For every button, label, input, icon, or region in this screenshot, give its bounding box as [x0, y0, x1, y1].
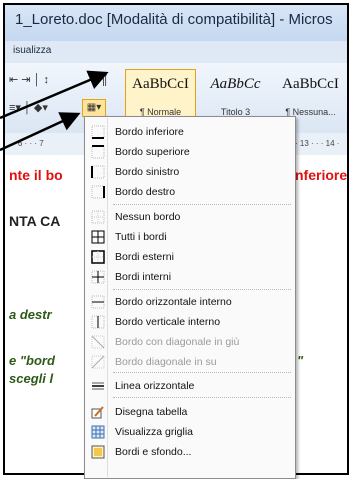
menu-item-label: Visualizza griglia — [115, 426, 194, 438]
inside-horizontal-border-icon — [91, 295, 105, 309]
title-bar: 1_Loreto.doc [Modalità di compatibilità]… — [5, 5, 347, 41]
show-formatting-icon[interactable]: ¶ — [100, 71, 108, 87]
ribbon-tab-bar: isualizza — [5, 41, 347, 64]
menu-item-label: Bordi esterni — [115, 251, 174, 263]
menu-item-disegna-tabella[interactable]: Disegna tabella — [86, 402, 294, 422]
style-sample: AaBbCc — [210, 76, 261, 92]
style-titolo-3[interactable]: AaBbCc Titolo 3 — [200, 69, 271, 123]
menu-item-nessun-bordo[interactable]: Nessun bordo — [86, 207, 294, 227]
no-border-icon — [91, 210, 105, 224]
border-top-icon — [91, 145, 105, 159]
menu-item-label: Bordi e sfondo... — [115, 446, 192, 458]
menu-item-bordi-esterni[interactable]: Bordi esterni — [86, 247, 294, 267]
menu-item-bordi-e-sfondo[interactable]: Bordi e sfondo... — [86, 442, 294, 462]
doc-line-5: scegli l — [9, 371, 54, 386]
menu-item-tutti-i-bordi[interactable]: Tutti i bordi — [86, 227, 294, 247]
menu-item-label: Disegna tabella — [115, 406, 188, 418]
menu-item-label: Bordo destro — [115, 186, 176, 198]
style-nessuna[interactable]: AaBbCcI ¶ Nessuna... — [275, 69, 346, 123]
menu-item-visualizza-griglia[interactable]: Visualizza griglia — [86, 422, 294, 442]
style-normal[interactable]: AaBbCcI ¶ Normale — [125, 69, 196, 123]
menu-item-label: Bordo verticale interno — [115, 316, 221, 328]
menu-separator — [113, 204, 291, 205]
menu-item-label: Bordo orizzontale interno — [115, 296, 232, 308]
menu-item-label: Bordo con diagonale in giù — [115, 336, 240, 348]
menu-separator — [113, 289, 291, 290]
doc-line-4: e "bord — [9, 353, 55, 368]
ruler-right: · 13 · · · 14 · — [295, 139, 340, 148]
outside-borders-icon — [91, 250, 105, 264]
menu-item-label: Bordo sinistro — [115, 166, 180, 178]
draw-table-icon — [91, 405, 105, 419]
inside-borders-icon — [91, 270, 105, 284]
style-sample: AaBbCcI — [132, 76, 189, 92]
diagonal-down-border-icon — [91, 335, 105, 349]
menu-item-bordi-interni[interactable]: Bordi interni — [86, 267, 294, 287]
menu-item-label: Bordo diagonale in su — [115, 356, 217, 368]
borders-button[interactable]: ▦▾ — [82, 99, 106, 117]
menu-item-label: Bordo superiore — [115, 146, 190, 158]
menu-item-linea-orizzontale[interactable]: Linea orizzontale — [86, 376, 294, 396]
ruler-left: · 6 · · · 7 — [13, 139, 44, 148]
menu-item-label: Linea orizzontale — [115, 380, 195, 392]
diagonal-up-border-icon — [91, 355, 105, 369]
borders-dropdown-menu: Bordo inferiore Bordo superiore Bordo sini… — [84, 116, 296, 479]
doc-line-1-right: nferiore: — [295, 167, 349, 183]
doc-line-4-right: " — [297, 353, 304, 368]
menu-item-label: Nessun bordo — [115, 211, 181, 223]
tab-visualizza[interactable]: isualizza — [13, 45, 51, 56]
view-gridlines-icon — [91, 425, 105, 439]
border-left-icon — [91, 165, 105, 179]
shading-icon[interactable]: ≡▾ │ ◆▾ — [9, 101, 48, 114]
inside-vertical-border-icon — [91, 315, 105, 329]
menu-item-bordo-con-diagonale-in-gi: Bordo con diagonale in giù — [86, 332, 294, 352]
window-title: 1_Loreto.doc [Modalità di compatibilità]… — [15, 11, 333, 28]
indent-icons[interactable]: ⇤ ⇥ │ ↕ — [9, 73, 49, 86]
menu-item-bordo-verticale-interno[interactable]: Bordo verticale interno — [86, 312, 294, 332]
doc-line-1: nte il bo — [9, 167, 63, 183]
menu-item-bordo-superiore[interactable]: Bordo superiore — [86, 142, 294, 162]
borders-shading-icon — [91, 445, 105, 459]
doc-line-3: a destr — [9, 307, 52, 322]
border-right-icon — [91, 185, 105, 199]
all-borders-icon — [91, 230, 105, 244]
menu-separator — [113, 397, 291, 398]
menu-item-bordo-destro[interactable]: Bordo destro — [86, 182, 294, 202]
style-sample: AaBbCcI — [282, 76, 339, 92]
menu-item-bordo-inferiore[interactable]: Bordo inferiore — [86, 122, 294, 142]
menu-item-label: Bordi interni — [115, 271, 172, 283]
horizontal-line-icon — [91, 379, 105, 393]
menu-item-bordo-diagonale-in-su: Bordo diagonale in su — [86, 352, 294, 372]
menu-item-bordo-sinistro[interactable]: Bordo sinistro — [86, 162, 294, 182]
menu-item-bordo-orizzontale-interno[interactable]: Bordo orizzontale interno — [86, 292, 294, 312]
menu-separator — [113, 372, 291, 373]
menu-item-label: Tutti i bordi — [115, 231, 167, 243]
border-bottom-icon — [91, 125, 105, 139]
menu-item-label: Bordo inferiore — [115, 126, 184, 138]
doc-line-2: NTA CA — [9, 213, 61, 229]
